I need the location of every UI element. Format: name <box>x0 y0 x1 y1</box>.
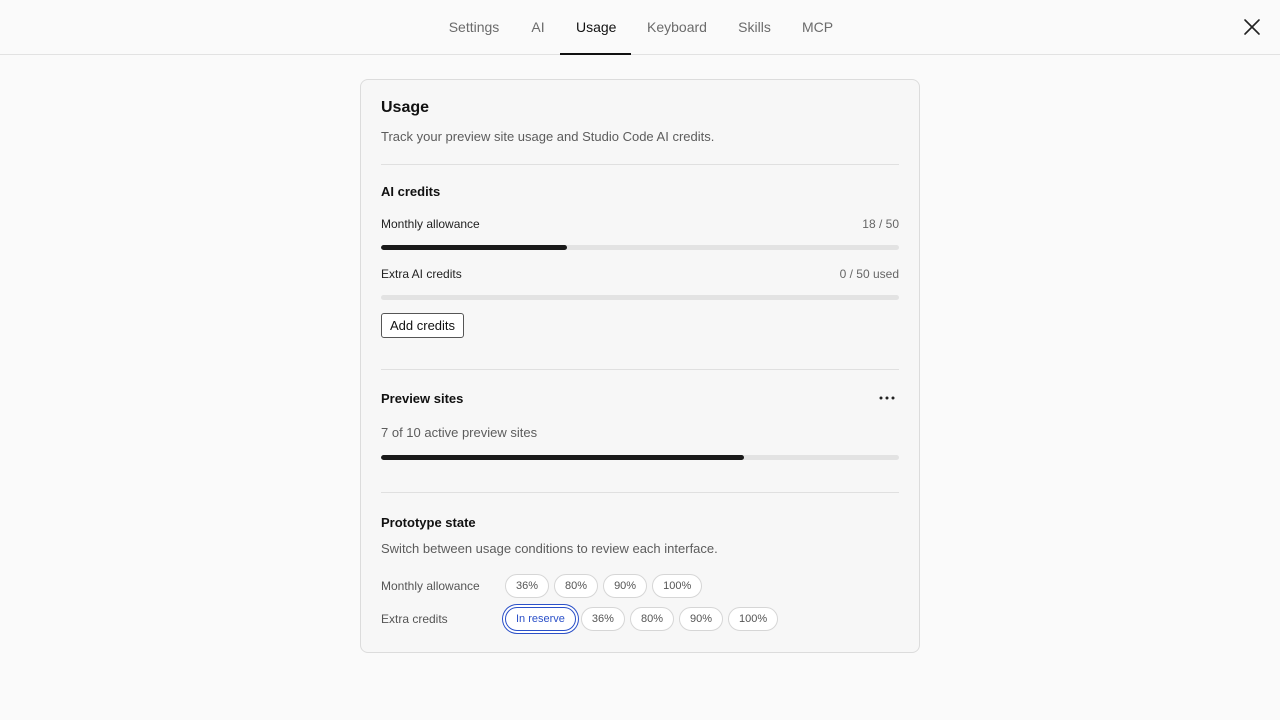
extra-credits-option[interactable]: 80% <box>629 607 674 631</box>
divider <box>381 164 899 165</box>
prototype-extra-label: Extra credits <box>381 612 448 626</box>
monthly-allowance-option[interactable]: 100% <box>652 574 703 598</box>
extra-credits-option[interactable]: 100% <box>728 607 779 631</box>
monthly-allowance-option[interactable]: 80% <box>554 574 599 598</box>
monthly-allowance-progress <box>381 245 899 250</box>
monthly-allowance-progress-fill <box>381 245 568 250</box>
divider <box>381 369 899 370</box>
preview-sites-status: 7 of 10 active preview sites <box>381 425 538 440</box>
more-options-button[interactable] <box>877 388 897 408</box>
tab-bar: Settings AI Usage Keyboard Skills MCP <box>0 0 1280 55</box>
more-horizontal-icon <box>879 396 895 400</box>
tab-usage[interactable]: Usage <box>560 0 631 55</box>
prototype-state-heading: Prototype state <box>381 515 476 530</box>
prototype-state-subtitle: Switch between usage conditions to revie… <box>381 541 718 556</box>
tab-settings[interactable]: Settings <box>448 0 500 54</box>
preview-sites-progress <box>381 455 899 460</box>
add-credits-button[interactable]: Add credits <box>381 313 465 338</box>
monthly-allowance-options: 36% 80% 90% 100% <box>505 574 703 598</box>
extra-credits-option[interactable]: In reserve <box>505 607 576 631</box>
extra-credits-value: 0 / 50 used <box>839 267 899 281</box>
preview-sites-heading: Preview sites <box>381 391 464 406</box>
divider <box>381 492 899 493</box>
tab-ai[interactable]: AI <box>530 0 546 54</box>
top-navigation: Settings AI Usage Keyboard Skills MCP <box>0 0 1280 55</box>
ai-credits-heading: AI credits <box>381 184 441 199</box>
monthly-allowance-option[interactable]: 36% <box>505 574 550 598</box>
tab-skills[interactable]: Skills <box>738 0 771 54</box>
tab-mcp[interactable]: MCP <box>802 0 833 54</box>
extra-credits-option[interactable]: 90% <box>678 607 724 631</box>
extra-credits-label: Extra AI credits <box>381 267 462 281</box>
monthly-allowance-option[interactable]: 90% <box>603 574 648 598</box>
close-button[interactable] <box>1240 15 1264 39</box>
preview-sites-progress-fill <box>381 455 744 460</box>
prototype-monthly-label: Monthly allowance <box>381 579 480 593</box>
monthly-allowance-label: Monthly allowance <box>381 217 480 231</box>
usage-card: Usage Track your preview site usage and … <box>360 79 920 653</box>
extra-credits-options: In reserve 36% 80% 90% 100% <box>505 607 779 631</box>
extra-credits-progress <box>381 295 899 300</box>
monthly-allowance-value: 18 / 50 <box>862 217 899 231</box>
close-icon <box>1244 19 1260 35</box>
extra-credits-option[interactable]: 36% <box>580 607 625 631</box>
page-subtitle: Track your preview site usage and Studio… <box>381 129 715 144</box>
page-title: Usage <box>381 99 430 116</box>
tab-keyboard[interactable]: Keyboard <box>647 0 707 54</box>
